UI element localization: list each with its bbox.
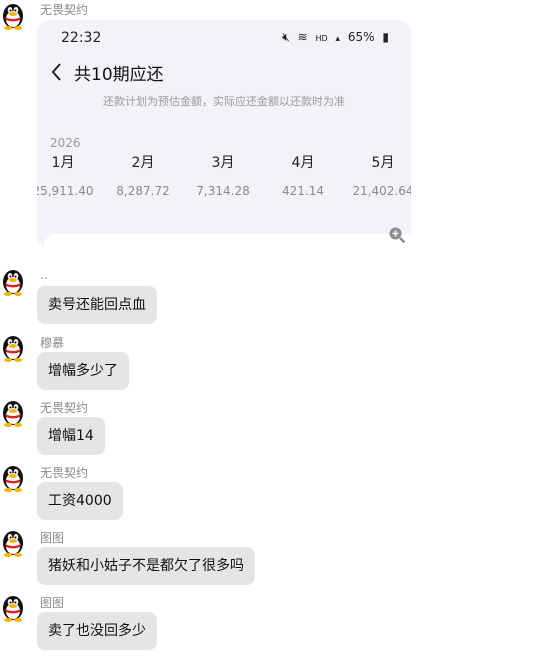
embedded-screenshot[interactable]: 22:32 🔇︎ ≋ HD ▴ 65% ▮ 共10期应还 还款计划为预估金额，实… — [37, 20, 411, 248]
chat-message: .. 卖号还能回点血 — [0, 266, 541, 326]
sender-name: .. — [40, 268, 48, 282]
sender-name: 无畏契约 — [40, 401, 89, 415]
battery-icon: ▮ — [382, 30, 389, 44]
message-bubble[interactable]: 工资4000 — [37, 482, 123, 520]
sender-name: 穆慕 — [40, 336, 65, 350]
month-label: 5月 — [371, 155, 395, 171]
chat-message: 无畏契约 工资4000 — [0, 462, 541, 522]
sender-name: 图图 — [40, 531, 65, 545]
month-amount: 25,911.40 — [37, 184, 94, 198]
penguin-avatar-icon[interactable] — [0, 0, 26, 30]
penguin-avatar-icon[interactable] — [0, 462, 26, 492]
hd-icon: HD — [315, 34, 328, 43]
month-amount: 7,314.28 — [196, 184, 250, 198]
zoom-in-icon[interactable] — [388, 226, 406, 244]
month-column[interactable]: 5月 21,402.64 — [343, 152, 411, 198]
month-column[interactable]: 2月 8,287.72 — [103, 152, 183, 198]
month-column[interactable]: 1月 25,911.40 — [37, 152, 103, 198]
month-label: 4月 — [291, 155, 315, 171]
year-label: 2026 — [50, 136, 81, 150]
repayment-note: 还款计划为预估金额，实际应还金额以还款时为准 — [103, 95, 345, 108]
message-bubble[interactable]: 卖号还能回点血 — [37, 286, 157, 324]
month-amount: 8,287.72 — [116, 184, 170, 198]
wifi-icon: ≋ — [297, 30, 308, 44]
battery-level: 65% — [347, 30, 375, 44]
sender-name: 无畏契约 — [40, 3, 89, 17]
message-bubble[interactable]: 增幅14 — [37, 417, 105, 455]
month-column[interactable]: 4月 421.14 — [263, 152, 343, 198]
5g-signal-icon: ▴ — [335, 34, 341, 44]
status-bar-icons: 🔇︎ ≋ HD ▴ 65% ▮ — [278, 30, 389, 45]
penguin-avatar-icon[interactable] — [0, 332, 26, 362]
back-arrow-icon[interactable] — [49, 61, 65, 83]
month-amount: 421.14 — [282, 184, 324, 198]
month-label: 2月 — [131, 155, 155, 171]
penguin-avatar-icon[interactable] — [0, 266, 26, 296]
penguin-avatar-icon[interactable] — [0, 397, 26, 427]
month-label: 1月 — [51, 155, 75, 171]
chat-message: 穆慕 增幅多少了 — [0, 332, 541, 392]
chat-message: 无畏契约 增幅14 — [0, 397, 541, 457]
status-time: 22:32 — [61, 30, 102, 46]
month-label: 3月 — [211, 155, 235, 171]
mute-icon: 🔇︎ — [282, 30, 290, 44]
chat-message: 图图 卖了也没回多少 — [0, 592, 541, 652]
bottom-panel — [44, 234, 411, 248]
message-bubble[interactable]: 增幅多少了 — [37, 352, 129, 390]
penguin-avatar-icon[interactable] — [0, 527, 26, 557]
sender-name: 图图 — [40, 596, 65, 610]
page-title: 共10期应还 — [74, 65, 164, 85]
penguin-avatar-icon[interactable] — [0, 592, 26, 622]
message-bubble[interactable]: 猪妖和小姑子不是都欠了很多吗 — [37, 547, 255, 585]
sender-name: 无畏契约 — [40, 466, 89, 480]
message-bubble[interactable]: 卖了也没回多少 — [37, 612, 157, 650]
month-amount: 21,402.64 — [352, 184, 411, 198]
month-column[interactable]: 3月 7,314.28 — [183, 152, 263, 198]
chat-message: 图图 猪妖和小姑子不是都欠了很多吗 — [0, 527, 541, 587]
